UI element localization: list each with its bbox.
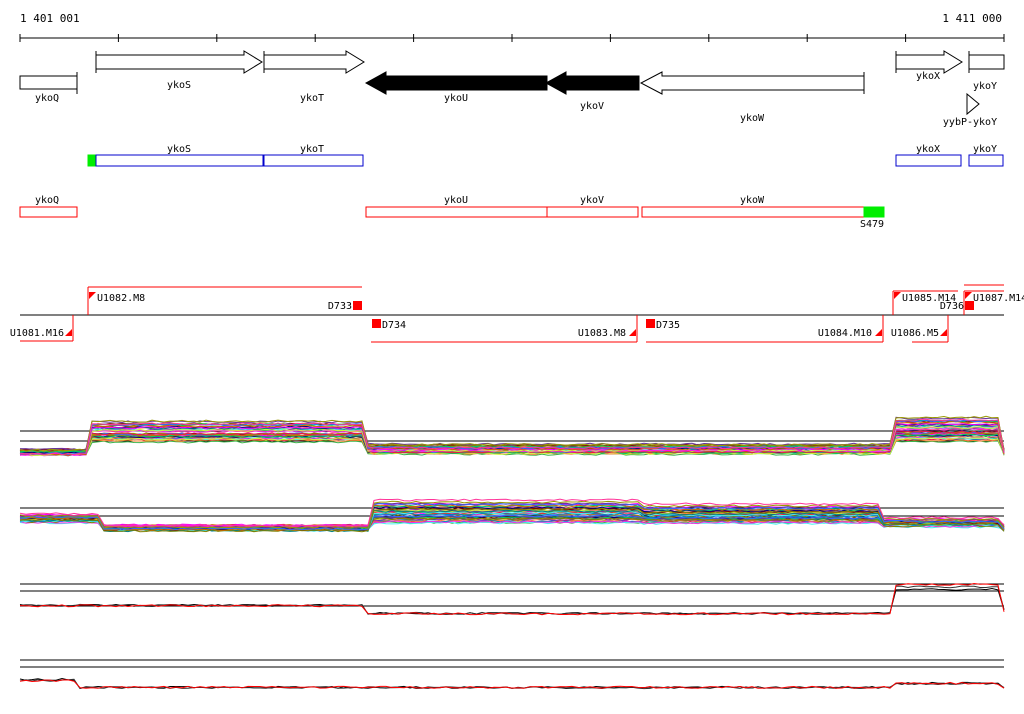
label-ykoW: ykoW (740, 113, 765, 124)
gene-ykoU[interactable] (364, 71, 548, 95)
gene-ykoW[interactable] (639, 71, 865, 95)
label-blue-ykoX: ykoX (916, 144, 940, 155)
gene-yybP-ykoY[interactable] (966, 92, 980, 116)
transcript-ykoS[interactable] (95, 154, 264, 167)
label-ykoY: ykoY (973, 81, 997, 92)
segment-label-U1084-M10: U1084.M10 (818, 328, 872, 339)
coordinate-ruler (19, 34, 1005, 42)
segmentation-track: U1082.M8 D733 U1085.M14 D736 U1087.M14 U… (10, 284, 1024, 343)
gene-ykoS[interactable] (95, 50, 263, 74)
profile-trace (19, 585, 1005, 615)
label-site-S479: S479 (860, 219, 884, 230)
site-marker-S479[interactable] (863, 206, 885, 218)
transcript-red-ykoV[interactable] (546, 206, 639, 218)
expression-track-2 (19, 498, 1005, 533)
transcript-red-ykoU[interactable] (365, 206, 548, 218)
site-marker-green[interactable] (87, 154, 97, 167)
expression-track-1 (19, 415, 1005, 457)
segment-label-U1082-M8: U1082.M8 (97, 293, 145, 304)
segment-label-D735: D735 (656, 320, 680, 331)
expression-track-4 (19, 659, 1005, 690)
gene-ykoV[interactable] (544, 71, 640, 95)
segment-marker-D734[interactable] (372, 319, 381, 328)
segment-marker-D735[interactable] (646, 319, 655, 328)
blue-transcript-labels: ykoS ykoT ykoX ykoY (167, 144, 997, 155)
transcript-red-ykoW[interactable] (641, 206, 865, 218)
transcript-ykoY[interactable] (968, 154, 1004, 167)
label-red-ykoQ: ykoQ (35, 195, 59, 206)
segment-label-D733: D733 (328, 301, 352, 312)
segment-marker-D733[interactable] (353, 301, 362, 310)
transcript-ykoX[interactable] (895, 154, 962, 167)
label-red-ykoV: ykoV (580, 195, 604, 206)
transcript-red-ykoQ[interactable] (19, 206, 78, 218)
label-blue-ykoY: ykoY (973, 144, 997, 155)
transcript-ykoT[interactable] (263, 154, 364, 167)
blue-transcript-track (87, 154, 1004, 167)
expression-track-3 (19, 582, 1005, 616)
gene-ykoY[interactable] (968, 51, 1005, 73)
gene-ykoX[interactable] (895, 50, 963, 74)
segment-label-U1087-M14: U1087.M14 (973, 293, 1024, 304)
segment-label-U1086-M5: U1086.M5 (891, 328, 939, 339)
label-ykoT: ykoT (300, 93, 324, 104)
segment-label-U1083-M8: U1083.M8 (578, 328, 626, 339)
genome-browser-view: ykoQ ykoS ykoT ykoU ykoV ykoW ykoX ykoY … (10, 34, 1024, 690)
segment-label-U1081-M16: U1081.M16 (10, 328, 64, 339)
gene-ykoQ[interactable] (19, 72, 78, 94)
segment-label-D734: D734 (382, 320, 406, 331)
label-yybP-ykoY: yybP-ykoY (943, 117, 997, 128)
label-ykoV: ykoV (580, 101, 604, 112)
label-ykoX: ykoX (916, 71, 940, 82)
label-red-ykoU: ykoU (444, 195, 468, 206)
profile-trace (19, 582, 1005, 616)
gene-ykoT[interactable] (263, 50, 365, 74)
label-ykoU: ykoU (444, 93, 468, 104)
label-red-ykoW: ykoW (740, 195, 765, 206)
label-ykoS: ykoS (167, 80, 191, 91)
red-transcript-track (19, 206, 885, 218)
label-ykoQ: ykoQ (35, 93, 59, 104)
label-blue-ykoT: ykoT (300, 144, 324, 155)
profile-trace (19, 587, 1005, 615)
segment-label-D736: D736 (940, 301, 964, 312)
label-blue-ykoS: ykoS (167, 144, 191, 155)
